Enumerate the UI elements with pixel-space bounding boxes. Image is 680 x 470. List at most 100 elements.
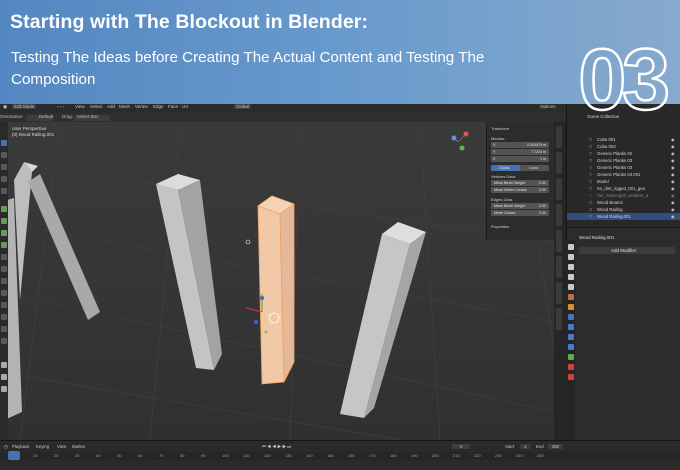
menu-view[interactable]: View xyxy=(75,104,85,109)
tab-addon-2[interactable] xyxy=(556,230,562,252)
physics-tab-icon[interactable] xyxy=(567,334,574,340)
rip-tool-icon[interactable] xyxy=(1,338,7,344)
scale-tool-icon[interactable] xyxy=(1,188,7,194)
outliner-row[interactable]: ▽ Generic Planks 03 ◉ xyxy=(567,164,680,171)
move-tool-icon[interactable] xyxy=(1,164,7,170)
playhead[interactable] xyxy=(8,451,20,460)
extrude-tool-icon[interactable] xyxy=(1,206,7,212)
outliner-row[interactable]: ▽ Ss_dmt_rigged_001_geo ◉ xyxy=(567,185,680,192)
tab-item[interactable] xyxy=(556,126,562,148)
output-tab-icon[interactable] xyxy=(567,264,574,270)
select-mode-icons[interactable]: ▫ ▫ ▫ xyxy=(57,104,64,109)
mode-select[interactable]: Edit Mode xyxy=(12,104,37,109)
timeline-editor-icon[interactable]: ◷ xyxy=(4,444,8,450)
tab-addon-5[interactable] xyxy=(556,308,562,330)
menu-edge[interactable]: Edge xyxy=(153,104,164,109)
end-frame-field[interactable]: 250 xyxy=(548,444,564,449)
local-toggle[interactable]: Local xyxy=(520,165,549,171)
menu-keying[interactable]: Keying xyxy=(36,444,49,449)
select-tool-icon[interactable] xyxy=(1,140,7,146)
menu-marker[interactable]: Marker xyxy=(72,444,85,449)
outliner-row[interactable]: ▽ Cube.003 ◉ xyxy=(567,143,680,150)
tab-view[interactable] xyxy=(556,178,562,200)
outliner-row[interactable]: ▽ Generic Planks 02 ◉ xyxy=(567,150,680,157)
vertices-data-label: Vertices Data: xyxy=(491,174,516,179)
tab-addon-4[interactable] xyxy=(556,282,562,304)
mean-crease-field[interactable]: Mean Crease 0.00 xyxy=(491,210,549,216)
measure-tool-icon[interactable] xyxy=(1,374,7,380)
options-button[interactable]: Options xyxy=(540,104,556,109)
inset-tool-icon[interactable] xyxy=(1,218,7,224)
selected-post xyxy=(257,195,295,385)
outliner-row[interactable]: ▽ Cube.001 ◉ xyxy=(567,136,680,143)
polybuild-tool-icon[interactable] xyxy=(1,266,7,272)
view-layer-tab-icon[interactable] xyxy=(567,274,574,280)
outliner-row[interactable]: ▽ Model ◉ xyxy=(567,178,680,185)
median-y-field[interactable]: Y 7.7224 m xyxy=(491,149,549,155)
outliner-row[interactable]: ▽ Wood Beams ◉ xyxy=(567,199,680,206)
modifier-tab-icon[interactable] xyxy=(567,314,574,320)
3d-viewport[interactable]: User Perspective (0) Wood Railing.001 xyxy=(0,122,556,440)
outliner-row[interactable]: ▽ Generic Planks 03.001 ◉ xyxy=(567,171,680,178)
menu-vertex[interactable]: Vertex xyxy=(135,104,148,109)
properties-section-title[interactable]: Properties xyxy=(491,224,509,229)
current-frame-field[interactable]: 0 xyxy=(452,444,471,449)
menu-face[interactable]: Face xyxy=(168,104,178,109)
cursor-tool-icon[interactable] xyxy=(1,152,7,158)
orientation-label: Orientation: xyxy=(0,114,24,119)
transform-section-title[interactable]: Transform xyxy=(491,126,509,131)
shrink-tool-icon[interactable] xyxy=(1,314,7,320)
edge-bevel-weight-field[interactable]: Mean Bevel Weight 0.00 xyxy=(491,203,549,209)
add-cube-tool-icon[interactable] xyxy=(1,386,7,392)
tab-addon[interactable] xyxy=(556,204,562,226)
add-modifier-button[interactable]: Add Modifier xyxy=(579,247,675,254)
bevel-tool-icon[interactable] xyxy=(1,230,7,236)
mean-bevel-weight-field[interactable]: Mean Bevel Weight 0.00 xyxy=(491,180,549,186)
constraints-tab-icon[interactable] xyxy=(567,344,574,350)
outliner-row-active[interactable]: ▽ Wood Railing.001 ◉ xyxy=(567,213,680,220)
outliner-row[interactable]: ▽ Set_SetHeightf_weather_a ◉ xyxy=(567,192,680,199)
edges-data-label: Edges Data: xyxy=(491,197,514,202)
texture-tab-icon[interactable] xyxy=(567,374,574,380)
shear-tool-icon[interactable] xyxy=(1,326,7,332)
menu-select[interactable]: Select xyxy=(90,104,103,109)
edge-slide-tool-icon[interactable] xyxy=(1,302,7,308)
start-frame-field[interactable]: 1 xyxy=(520,444,531,449)
knife-tool-icon[interactable] xyxy=(1,254,7,260)
outliner-row[interactable]: ▽ Wood Railing ◉ xyxy=(567,206,680,213)
editor-type-icon[interactable]: ▣ xyxy=(3,104,7,110)
timeline-ruler[interactable]: 0 10 20 30 40 50 60 70 80 90 100 110 120… xyxy=(0,452,680,460)
menu-mesh[interactable]: Mesh xyxy=(119,104,130,109)
annotate-tool-icon[interactable] xyxy=(1,362,7,368)
global-toggle[interactable]: Global xyxy=(491,165,520,171)
world-tab-icon[interactable] xyxy=(567,294,574,300)
tool-tab-icon[interactable] xyxy=(567,244,574,250)
median-label: Median: xyxy=(491,136,506,141)
data-tab-icon[interactable] xyxy=(567,354,574,360)
tab-tool[interactable] xyxy=(556,152,562,174)
particles-tab-icon[interactable] xyxy=(567,324,574,330)
loopcut-tool-icon[interactable] xyxy=(1,242,7,248)
start-label: Start xyxy=(505,444,515,449)
drag-label: Drag: xyxy=(62,114,74,119)
rotate-tool-icon[interactable] xyxy=(1,176,7,182)
transform-orientation[interactable]: Global xyxy=(234,104,252,109)
median-x-field[interactable]: X 0.004474 m xyxy=(491,142,549,148)
tab-addon-3[interactable] xyxy=(556,256,562,278)
scene-tab-icon[interactable] xyxy=(567,284,574,290)
menu-playback[interactable]: Playback xyxy=(12,444,29,449)
smooth-tool-icon[interactable] xyxy=(1,290,7,296)
menu-add[interactable]: Add xyxy=(107,104,115,109)
navigation-gizmo[interactable] xyxy=(451,131,480,184)
outliner-row[interactable]: ▽ Generic Planks 03 ◉ xyxy=(567,157,680,164)
sidebar-tabs xyxy=(554,122,564,440)
object-tab-icon[interactable] xyxy=(567,304,574,310)
render-tab-icon[interactable] xyxy=(567,254,574,260)
playback-controls[interactable]: ⏮ ◀ ◀ ▶ ▶ ⏭ xyxy=(262,444,291,449)
mean-vertex-crease-field[interactable]: Mean Vertex Crease 0.00 xyxy=(491,187,549,193)
menu-uv[interactable]: UV xyxy=(182,104,188,109)
material-tab-icon[interactable] xyxy=(567,364,574,370)
spin-tool-icon[interactable] xyxy=(1,278,7,284)
menu-view-timeline[interactable]: View xyxy=(57,444,66,449)
median-z-field[interactable]: Z1 m xyxy=(491,156,549,162)
